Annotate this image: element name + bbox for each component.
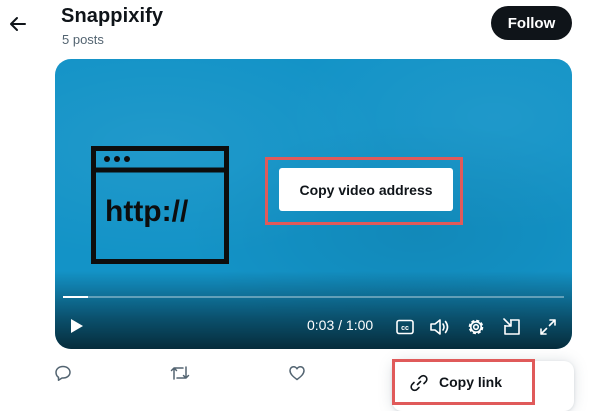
picture-in-picture-button[interactable] (500, 315, 524, 339)
progress-bar[interactable] (63, 296, 564, 298)
arrow-left-icon (10, 17, 26, 31)
svg-text:cc: cc (401, 325, 409, 332)
like-button[interactable] (286, 362, 308, 384)
link-icon (410, 374, 428, 392)
reply-icon (55, 365, 71, 381)
back-button[interactable] (4, 10, 32, 38)
volume-icon (430, 319, 449, 335)
time-readout: 0:03 / 1:00 (307, 317, 374, 333)
copy-link-label: Copy link (439, 374, 503, 390)
repost-button[interactable] (169, 362, 191, 384)
post-count: 5 posts (62, 32, 104, 47)
play-icon (71, 319, 83, 333)
video-player[interactable]: http:// Copy video address 0:03 / 1:00 c… (55, 59, 572, 349)
repost-icon (170, 366, 190, 380)
volume-button[interactable] (428, 315, 452, 339)
captions-button[interactable]: cc (394, 316, 416, 338)
like-icon (289, 366, 305, 381)
browser-window-illustration: http:// (91, 146, 229, 264)
profile-name: Snappixify (61, 5, 164, 27)
follow-button[interactable]: Follow (491, 6, 572, 40)
illustration-url-text: http:// (105, 195, 189, 228)
reply-button[interactable] (52, 362, 74, 384)
progress-fill (63, 296, 89, 298)
share-menu: Copy link (392, 361, 574, 411)
closed-captions-icon: cc (396, 319, 414, 335)
copy-link-menu-item[interactable]: Copy link (392, 361, 574, 405)
fullscreen-button[interactable] (536, 315, 560, 339)
settings-button[interactable] (464, 315, 488, 339)
controls-shade (55, 271, 572, 349)
fullscreen-icon (540, 319, 556, 335)
gear-icon (468, 319, 484, 335)
profile-header: Snappixify 5 posts Follow (0, 0, 589, 56)
picture-in-picture-icon (503, 318, 520, 335)
play-button[interactable] (63, 313, 89, 339)
copy-video-address-button[interactable]: Copy video address (279, 168, 453, 211)
